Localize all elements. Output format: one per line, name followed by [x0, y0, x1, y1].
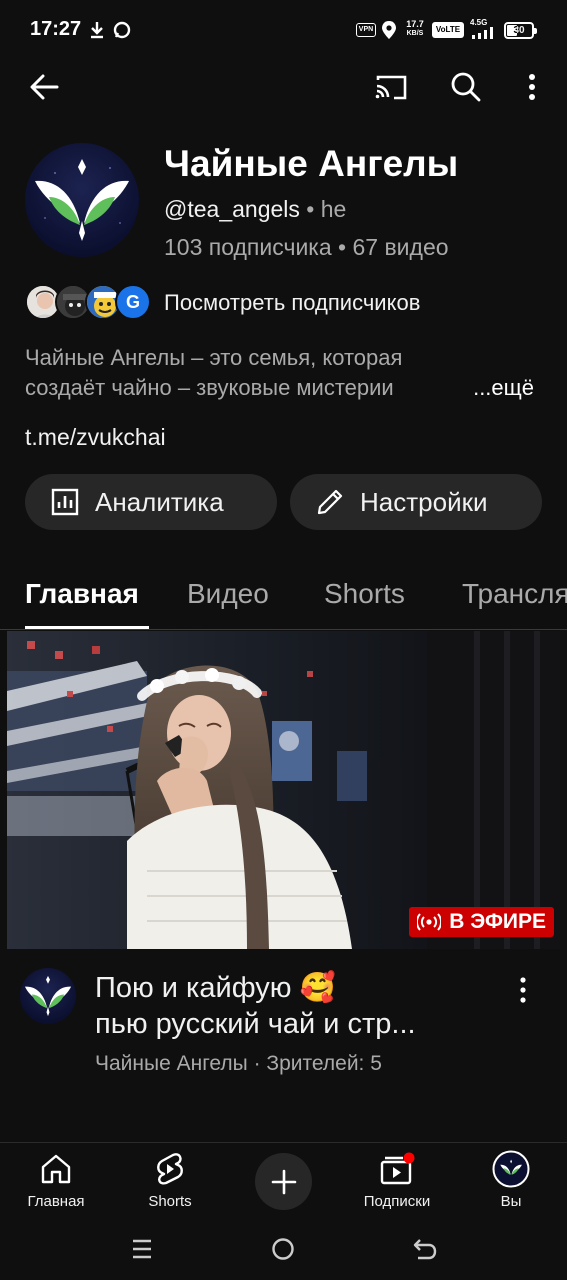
you-avatar-icon — [461, 1149, 561, 1189]
channel-handle-row[interactable]: @tea_angels • he — [164, 196, 346, 223]
tab-shorts[interactable]: Shorts — [324, 578, 405, 610]
settings-label: Настройки — [360, 486, 488, 517]
view-subscribers-row[interactable]: G Посмотреть подписчиков — [25, 282, 545, 322]
channel-link[interactable]: t.me/zvukchai — [25, 424, 166, 451]
nav-you[interactable]: Вы — [461, 1149, 561, 1219]
live-broadcast-icon — [417, 913, 442, 931]
cast-icon[interactable] — [371, 67, 411, 107]
volte-icon: VoLTE — [432, 22, 464, 38]
shorts-icon — [120, 1149, 220, 1189]
analytics-label: Аналитика — [95, 486, 224, 517]
view-subscribers-label[interactable]: Посмотреть подписчиков — [164, 290, 420, 316]
status-time: 17:27 — [30, 18, 82, 40]
pencil-icon — [314, 486, 346, 518]
net-speed: 17.7 KB/S — [406, 19, 424, 38]
home-circle-icon[interactable] — [263, 1234, 303, 1264]
status-bar: 17:27 VPN 17.7 KB/S VoLTE 4.5G 30 — [0, 0, 567, 62]
handle-more[interactable]: he — [321, 196, 347, 222]
subscriber-avatar-initial: G — [115, 284, 151, 320]
live-badge: В ЭФИРЕ — [409, 907, 554, 937]
tab-live[interactable]: Трансляции — [462, 578, 567, 610]
location-icon — [381, 20, 397, 45]
nav-shorts[interactable]: Shorts — [120, 1149, 220, 1219]
tab-videos[interactable]: Видео — [187, 578, 269, 610]
create-button[interactable] — [255, 1153, 312, 1210]
back-arrow-icon[interactable] — [24, 67, 64, 107]
download-icon — [88, 20, 106, 45]
plus-icon — [271, 1169, 296, 1194]
channel-avatar[interactable] — [25, 143, 139, 257]
live-badge-label: В ЭФИРЕ — [449, 910, 546, 933]
analytics-button[interactable]: Аналитика — [25, 474, 277, 530]
chat-bubble-icon — [112, 20, 132, 45]
back-system-icon[interactable] — [405, 1234, 445, 1264]
video-channel-name: Чайные Ангелы — [95, 1052, 248, 1075]
more-vert-icon[interactable] — [512, 67, 552, 107]
nav-home[interactable]: Главная — [6, 1149, 106, 1219]
battery-icon: 30 — [504, 22, 537, 39]
analytics-icon — [49, 486, 81, 518]
signal-icon: 4.5G — [470, 18, 498, 41]
recent-apps-icon[interactable] — [122, 1234, 162, 1264]
search-icon[interactable] — [446, 67, 486, 107]
channel-stats: 103 подписчика • 67 видео — [164, 234, 449, 260]
home-icon — [6, 1149, 106, 1189]
channel-name: Чайные Ангелы — [164, 143, 459, 184]
video-meta: Чайные Ангелы · Зрителей: 5 — [95, 1052, 382, 1075]
video-thumbnail[interactable]: В ЭФИРЕ — [7, 631, 560, 949]
tab-home[interactable]: Главная — [25, 578, 139, 610]
video-channel-avatar[interactable] — [20, 968, 76, 1024]
video-more-icon[interactable] — [510, 972, 536, 1008]
nav-subscriptions[interactable]: Подписки — [347, 1149, 447, 1219]
settings-button[interactable]: Настройки — [290, 474, 542, 530]
description-more[interactable]: ...ещё — [451, 373, 534, 403]
video-title[interactable]: Пою и кайфую 🥰 пью русский чай и стр... — [95, 970, 505, 1042]
channel-description[interactable]: Чайные Ангелы – это семья, которая созда… — [25, 343, 540, 403]
active-tab-indicator — [25, 626, 149, 629]
bottom-nav: Главная Shorts Подписки Вы — [0, 1142, 567, 1222]
channel-handle: @tea_angels — [164, 196, 300, 222]
system-nav-bar — [0, 1222, 567, 1280]
vpn-icon: VPN — [356, 23, 376, 37]
subscriptions-icon — [347, 1149, 447, 1189]
handle-separator: • — [299, 196, 321, 222]
channel-tabs: Главная Видео Shorts Трансляции — [0, 560, 567, 630]
video-viewers: Зрителей: 5 — [266, 1052, 382, 1075]
